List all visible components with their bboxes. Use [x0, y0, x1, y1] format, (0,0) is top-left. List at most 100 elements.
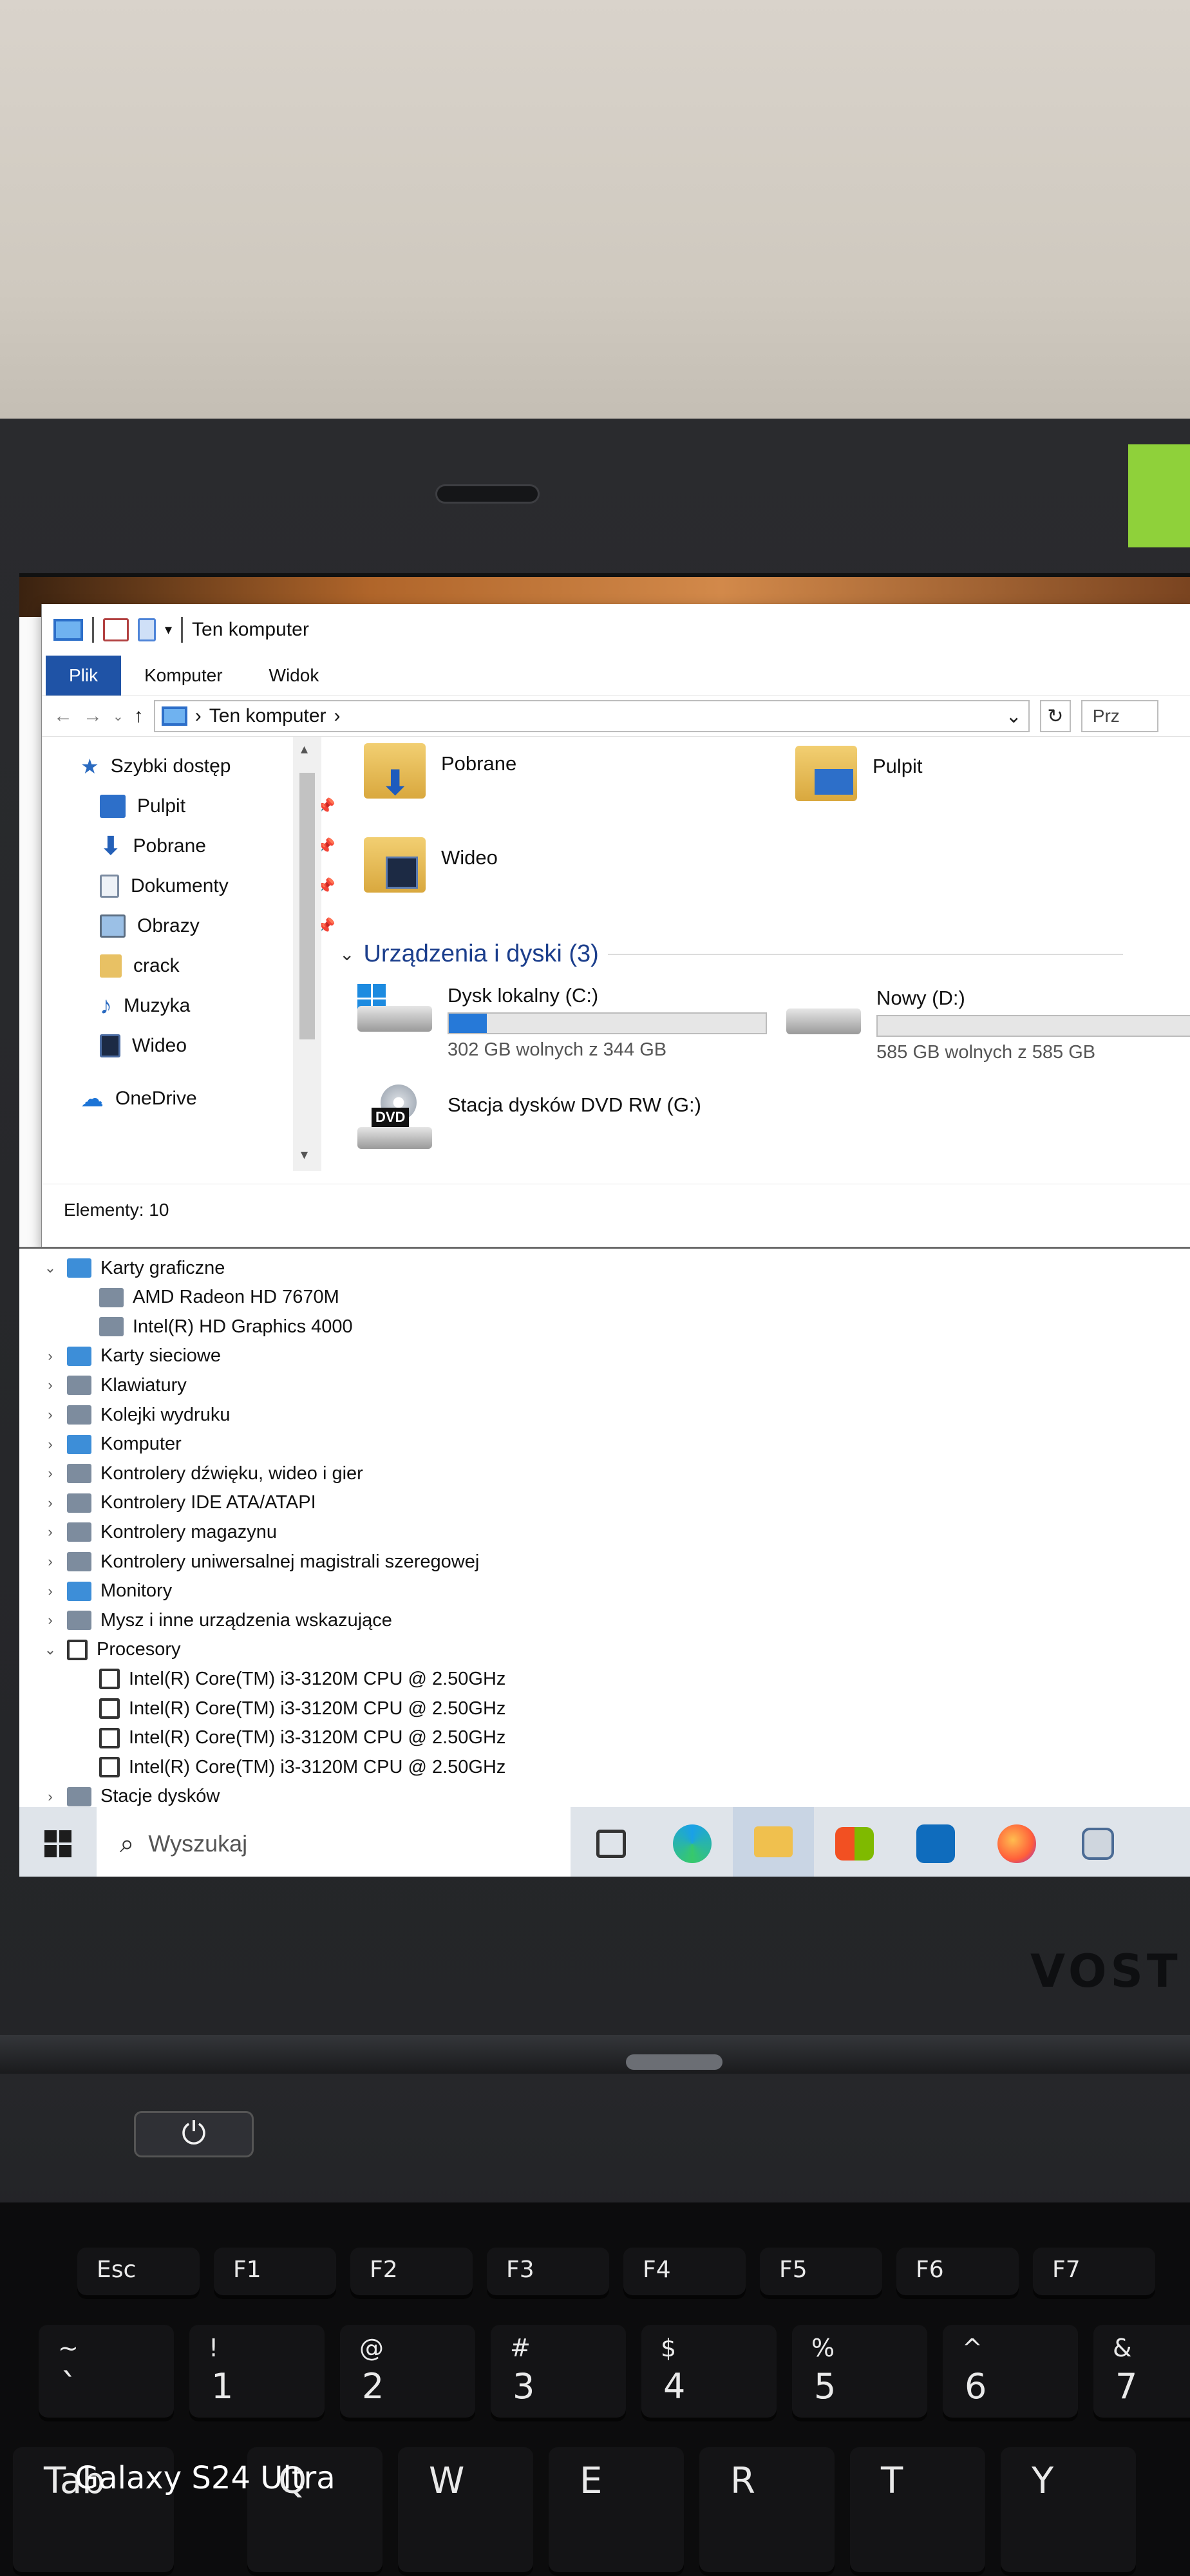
properties-icon[interactable] — [103, 618, 129, 641]
new-folder-icon[interactable] — [138, 618, 156, 641]
key-f1[interactable]: F1 — [214, 2248, 336, 2299]
nav-quick-access[interactable]: ★ Szybki dostęp — [80, 750, 231, 783]
chevron-right-icon[interactable]: › — [42, 1348, 58, 1365]
forward-arrow-icon[interactable]: → — [83, 705, 102, 727]
edge-icon[interactable] — [652, 1807, 733, 1877]
firefox-icon[interactable] — [976, 1807, 1057, 1877]
chevron-down-icon[interactable]: ⌄ — [42, 1642, 58, 1658]
up-arrow-icon[interactable]: ↑ — [134, 705, 144, 727]
key-digit[interactable]: ! 1 — [189, 2325, 325, 2421]
search-input[interactable]: Prz — [1081, 700, 1158, 732]
chevron-right-icon[interactable]: › — [42, 1788, 58, 1805]
file-explorer-icon[interactable] — [733, 1807, 814, 1877]
device-tree-item[interactable]: AMD Radeon HD 7670M — [99, 1283, 339, 1312]
device-tree-item[interactable]: › Karty sieciowe — [42, 1342, 221, 1370]
task-view-icon[interactable] — [571, 1807, 652, 1877]
folder-tile-wideo[interactable]: Wideo — [364, 837, 498, 893]
key-f6[interactable]: F6 — [896, 2248, 1019, 2299]
address-dropdown-icon[interactable]: ⌄ — [1006, 705, 1022, 728]
tab-komputer[interactable]: Komputer — [121, 656, 245, 696]
chevron-right-icon[interactable]: › — [42, 1553, 58, 1570]
tab-plik[interactable]: Plik — [46, 656, 122, 696]
key-r[interactable]: R — [699, 2447, 835, 2576]
key-w[interactable]: W — [398, 2447, 533, 2576]
breadcrumb-chevron-icon[interactable]: › — [195, 705, 202, 727]
folder-tile-pobrane[interactable]: ⬇ Pobrane — [364, 743, 516, 802]
key-f4[interactable]: F4 — [623, 2248, 746, 2299]
key-digit[interactable]: #3 — [491, 2325, 626, 2421]
device-tree-item[interactable]: › Kontrolery dźwięku, wideo i gier — [42, 1459, 363, 1488]
chevron-right-icon[interactable]: › — [42, 1406, 58, 1423]
scroll-down-icon[interactable]: ▾ — [301, 1146, 308, 1163]
key-digit[interactable]: ^ 6 — [943, 2325, 1078, 2421]
device-tree-item[interactable]: Intel(R) Core(TM) i3-3120M CPU @ 2.50GHz — [99, 1724, 505, 1752]
device-manager-icon[interactable] — [1057, 1807, 1138, 1877]
chevron-right-icon[interactable]: › — [42, 1465, 58, 1482]
key-f2[interactable]: F2 — [350, 2248, 473, 2299]
devices-group-header[interactable]: ⌄ Urządzenia i dyski (3) — [339, 940, 1123, 968]
key-t[interactable]: T — [850, 2447, 985, 2576]
refresh-button[interactable]: ↻ — [1039, 700, 1071, 732]
chevron-right-icon[interactable]: › — [42, 1495, 58, 1511]
device-tree-item[interactable]: Intel(R) HD Graphics 4000 — [99, 1312, 353, 1341]
nav-item-crack[interactable]: crack — [100, 949, 180, 983]
key-y[interactable]: Y — [1001, 2447, 1136, 2576]
key-e[interactable]: E — [549, 2447, 684, 2576]
device-tree-item[interactable]: Intel(R) Core(TM) i3-3120M CPU @ 2.50GHz — [99, 1665, 505, 1693]
nav-item-obrazy[interactable]: Obrazy 📌 — [100, 909, 335, 943]
key-f3[interactable]: F3 — [487, 2248, 609, 2299]
chevron-right-icon[interactable]: › — [42, 1524, 58, 1540]
nav-item-pobrane[interactable]: ⬇ Pobrane 📌 — [100, 829, 335, 863]
device-tree-item[interactable]: › Kolejki wydruku — [42, 1401, 230, 1429]
nav-item-muzyka[interactable]: ♪ Muzyka — [100, 989, 190, 1023]
chevron-down-icon[interactable]: ⌄ — [339, 943, 354, 965]
key-digit[interactable]: & 7 — [1093, 2325, 1190, 2421]
outlook-icon[interactable] — [895, 1807, 976, 1877]
device-tree-item[interactable]: ⌄ Procesory — [42, 1636, 181, 1664]
device-tree-item[interactable]: Intel(R) Core(TM) i3-3120M CPU @ 2.50GHz — [99, 1694, 505, 1723]
tab-widok[interactable]: Widok — [246, 656, 343, 696]
chevron-right-icon[interactable]: › — [42, 1436, 58, 1453]
nav-onedrive[interactable]: ☁ OneDrive — [80, 1082, 197, 1115]
nav-item-dokumenty[interactable]: Dokumenty 📌 — [100, 869, 335, 903]
device-tree-item[interactable]: › Monitory — [42, 1577, 172, 1605]
device-tree-item[interactable]: › Mysz i inne urządzenia wskazujące — [42, 1606, 392, 1634]
chevron-right-icon[interactable]: › — [42, 1583, 58, 1600]
power-button[interactable]: ⏻ — [134, 2111, 254, 2157]
computer-icon[interactable] — [53, 619, 83, 641]
nav-scrollbar[interactable]: ▴ ▾ — [293, 737, 321, 1171]
breadcrumb-chevron-icon[interactable]: › — [334, 705, 341, 727]
key-esc[interactable]: Esc — [77, 2248, 200, 2299]
chevron-down-icon[interactable]: ⌄ — [42, 1260, 58, 1276]
back-arrow-icon[interactable]: ← — [53, 705, 73, 727]
device-tree-item[interactable]: › Klawiatury — [42, 1371, 186, 1399]
drive-tile-dvd[interactable]: DVD Stacja dysków DVD RW (G:) — [357, 1084, 701, 1149]
chevron-right-icon[interactable]: › — [42, 1377, 58, 1394]
key-digit[interactable]: $4 — [641, 2325, 777, 2421]
key-digit[interactable]: % 5 — [792, 2325, 927, 2421]
nav-item-pulpit[interactable]: Pulpit 📌 — [100, 790, 335, 823]
chevron-right-icon[interactable]: › — [42, 1612, 58, 1629]
device-tree-item[interactable]: Intel(R) Core(TM) i3-3120M CPU @ 2.50GHz — [99, 1753, 505, 1781]
device-tree-item[interactable]: ⌄ Karty graficzne — [42, 1254, 225, 1282]
recent-chevron-icon[interactable]: ⌄ — [113, 708, 124, 724]
nav-item-wideo[interactable]: Wideo — [100, 1029, 187, 1063]
address-bar[interactable]: › Ten komputer › ⌄ — [153, 700, 1030, 732]
drive-tile-d[interactable]: Nowy (D:) 585 GB wolnych z 585 GB — [786, 987, 1190, 1063]
scroll-thumb[interactable] — [299, 773, 315, 1039]
store-icon[interactable] — [814, 1807, 895, 1877]
start-button[interactable] — [19, 1807, 97, 1877]
folder-tile-pulpit[interactable]: Pulpit — [795, 746, 923, 801]
key-f5[interactable]: F5 — [760, 2248, 882, 2299]
key-digit[interactable]: @2 — [340, 2325, 475, 2421]
device-tree-item[interactable]: › Kontrolery IDE ATA/ATAPI — [42, 1489, 316, 1517]
chevron-down-icon[interactable]: ▾ — [165, 621, 172, 638]
key-digit[interactable]: ~ ` — [39, 2325, 174, 2421]
taskbar-search-input[interactable]: ⌕ Wyszukaj — [97, 1807, 571, 1877]
device-tree-item[interactable]: › Kontrolery magazynu — [42, 1518, 277, 1546]
drive-tile-c[interactable]: Dysk lokalny (C:) 302 GB wolnych z 344 G… — [357, 984, 767, 1061]
key-f7[interactable]: F7 — [1033, 2248, 1155, 2299]
device-tree-item[interactable]: › Kontrolery uniwersalnej magistrali szer… — [42, 1548, 479, 1576]
scroll-up-icon[interactable]: ▴ — [301, 741, 308, 757]
device-tree-item[interactable]: › Komputer — [42, 1430, 181, 1459]
